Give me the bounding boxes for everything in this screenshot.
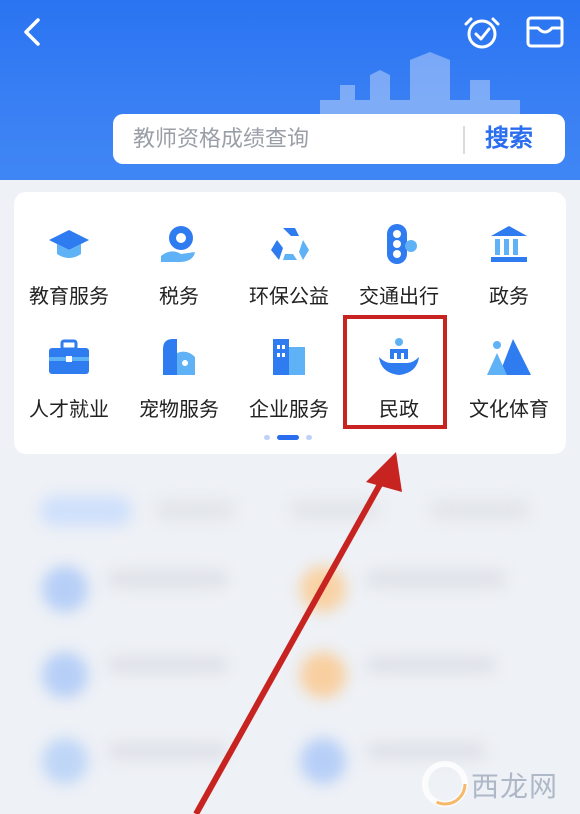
briefcase-icon — [49, 339, 89, 374]
service-label: 税务 — [159, 286, 199, 308]
service-label: 交通出行 — [359, 286, 439, 308]
watermark: 西龙网 — [415, 755, 580, 813]
page-dot-active — [277, 435, 299, 440]
service-item-tax[interactable]: 税务 — [124, 222, 234, 322]
header-bar: 教师资格成绩查询 搜索 — [0, 0, 580, 180]
service-item-pet[interactable]: 宠物服务 — [124, 335, 234, 435]
service-label: 企业服务 — [249, 399, 329, 421]
search-bar: 教师资格成绩查询 搜索 — [113, 114, 565, 164]
search-divider — [463, 126, 465, 154]
search-button[interactable]: 搜索 — [485, 114, 533, 164]
service-label: 人才就业 — [29, 399, 109, 421]
pet-icon — [163, 339, 195, 375]
back-icon[interactable] — [14, 14, 50, 50]
service-label: 文化体育 — [469, 399, 549, 421]
watermark-text: 西龙网 — [471, 771, 559, 802]
culture-sports-icon — [487, 339, 531, 375]
service-label: 教育服务 — [29, 286, 109, 308]
service-item-culture-sports[interactable]: 文化体育 — [454, 335, 564, 435]
page-indicator — [264, 435, 324, 441]
service-label: 政务 — [489, 286, 529, 308]
watermark-logo-icon — [422, 761, 468, 807]
highlight-box-annotation — [343, 315, 447, 429]
page-dot — [306, 435, 312, 440]
recycle-icon — [271, 228, 309, 260]
service-item-employment[interactable]: 人才就业 — [14, 335, 124, 435]
traffic-light-icon — [387, 224, 417, 264]
service-item-government[interactable]: 政务 — [454, 222, 564, 322]
service-label: 宠物服务 — [139, 399, 219, 421]
service-item-environment[interactable]: 环保公益 — [234, 222, 344, 322]
search-input[interactable]: 教师资格成绩查询 — [133, 114, 309, 164]
alarm-clock-check-icon[interactable] — [462, 12, 502, 52]
page-dot — [264, 435, 270, 440]
government-building-icon — [491, 226, 527, 262]
service-grid-card: 教育服务 税务 环保公益 交通出行 政务 人才就业 宠物服务 企业服务 民政 文… — [14, 192, 566, 454]
service-item-education[interactable]: 教育服务 — [14, 222, 124, 322]
service-label: 环保公益 — [249, 286, 329, 308]
graduation-cap-icon — [49, 230, 89, 258]
service-item-transport[interactable]: 交通出行 — [344, 222, 454, 322]
service-item-enterprise[interactable]: 企业服务 — [234, 335, 344, 435]
office-building-icon — [273, 339, 305, 375]
tax-coin-icon — [161, 226, 195, 262]
card-wallet-icon[interactable] — [524, 12, 566, 52]
